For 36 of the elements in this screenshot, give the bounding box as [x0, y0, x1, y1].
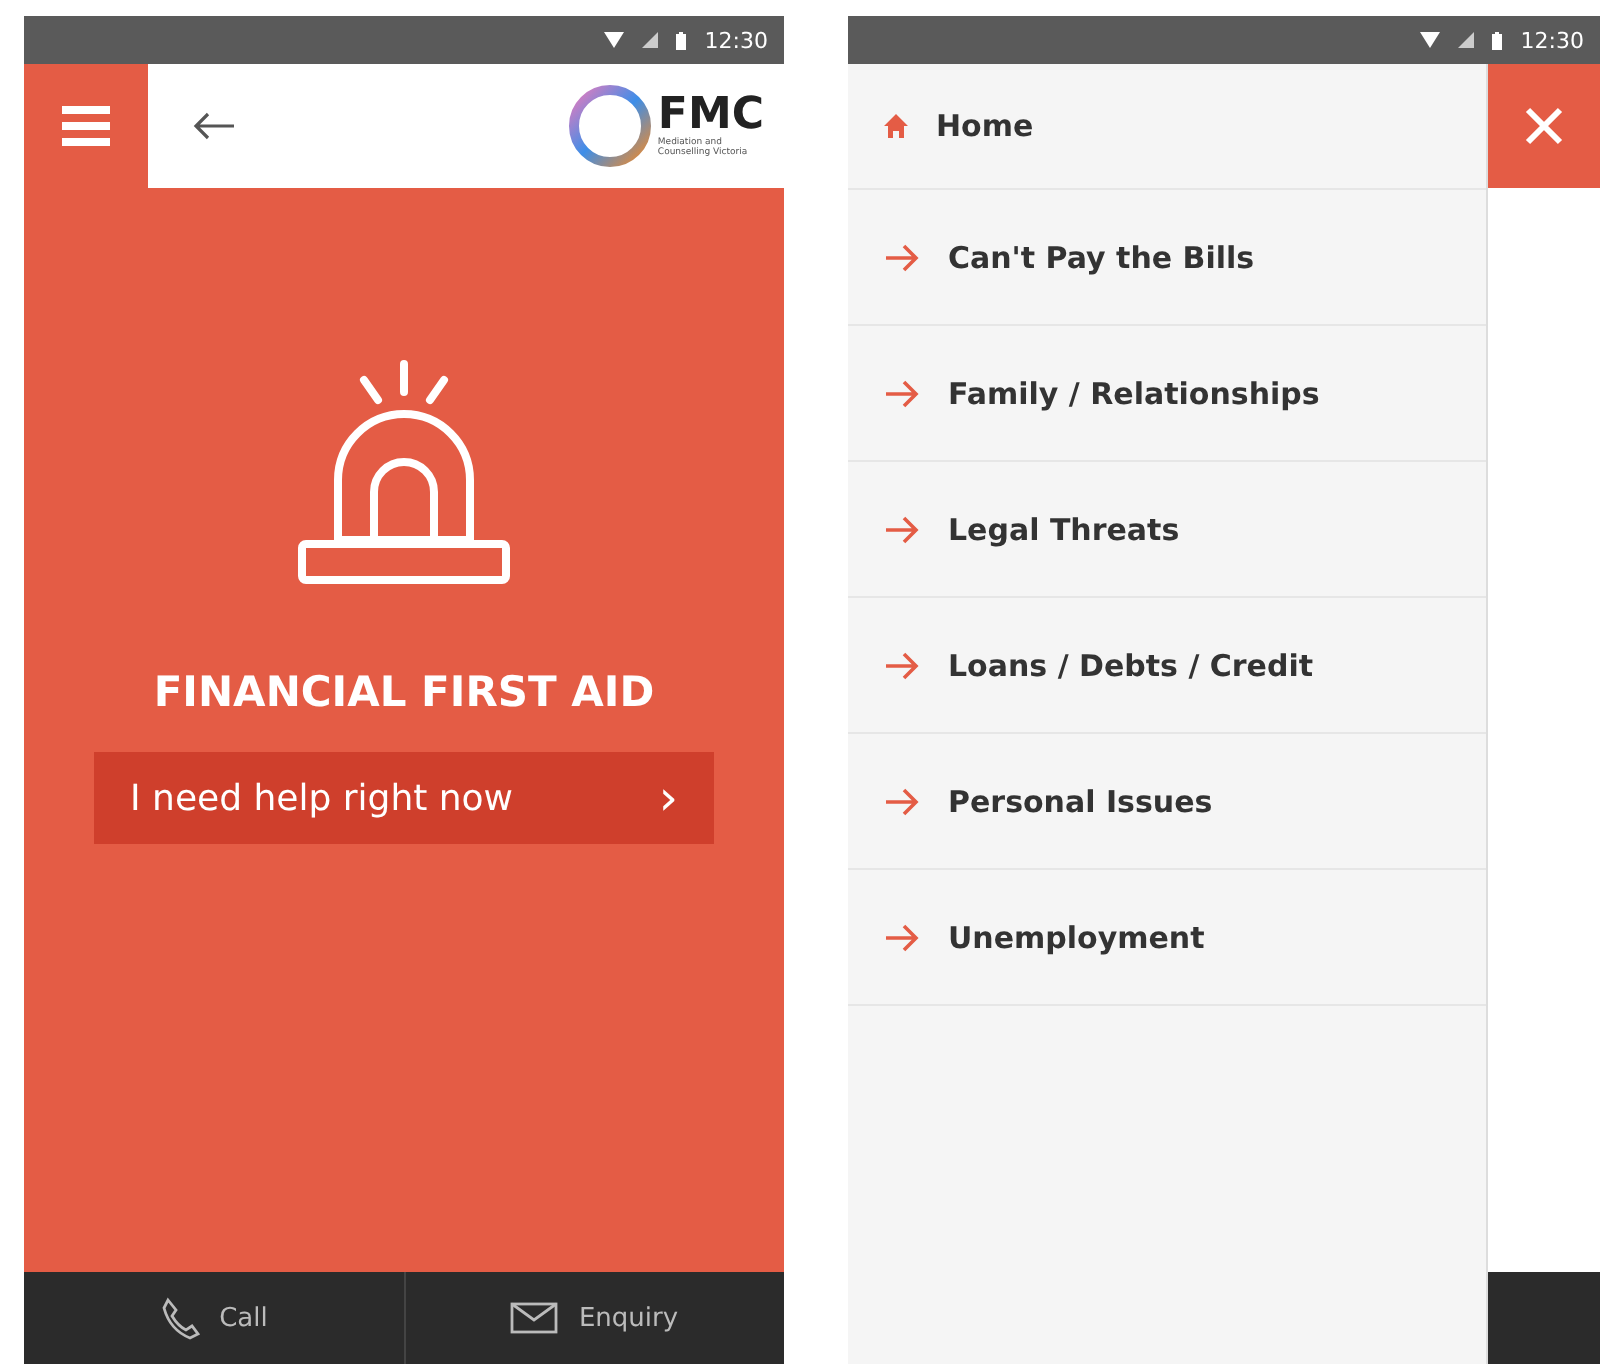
battery-icon: [676, 31, 687, 49]
signal-icon: [642, 32, 659, 48]
battery-icon: [1492, 31, 1503, 49]
envelope-icon: [510, 1302, 559, 1334]
menu-item[interactable]: Personal Issues: [848, 734, 1486, 870]
logo-ring-icon: [565, 82, 654, 170]
arrow-icon: [884, 515, 920, 543]
menu-item[interactable]: Family / Relationships: [848, 326, 1486, 462]
bottom-bar-button[interactable]: Call: [24, 1272, 403, 1364]
signal-icon: [1458, 32, 1475, 48]
bottom-bar: [1488, 1272, 1600, 1364]
menu-icon: [62, 106, 110, 146]
menu-item[interactable]: Home: [848, 64, 1486, 190]
status-time: 12:30: [704, 27, 768, 53]
wifi-icon: [604, 32, 625, 48]
back-arrow-icon[interactable]: [192, 112, 236, 140]
phone-icon: [159, 1296, 200, 1340]
menu-item[interactable]: Unemployment: [848, 870, 1486, 1006]
close-icon: [1524, 106, 1564, 146]
arrow-icon: [884, 923, 920, 951]
logo-text: FMC: [657, 93, 764, 138]
menu-item[interactable]: Legal Threats: [848, 462, 1486, 598]
menu-item[interactable]: Loans / Debts / Credit: [848, 598, 1486, 734]
help-button[interactable]: I need help right now ›: [94, 752, 714, 844]
bottom-bar-button[interactable]: Enquiry: [405, 1272, 784, 1364]
menu-item[interactable]: Can't Pay the Bills: [848, 190, 1486, 326]
status-time: 12:30: [1520, 27, 1584, 53]
close-button[interactable]: [1488, 64, 1600, 188]
arrow-icon: [884, 787, 920, 815]
menu-button[interactable]: [24, 64, 148, 188]
arrow-icon: [884, 379, 920, 407]
arrow-icon: [884, 651, 920, 679]
arrow-icon: [884, 243, 920, 271]
home-icon: [884, 114, 908, 138]
wifi-icon: [1420, 32, 1441, 48]
hero-title: FINANCIAL FIRST AID: [153, 668, 655, 716]
